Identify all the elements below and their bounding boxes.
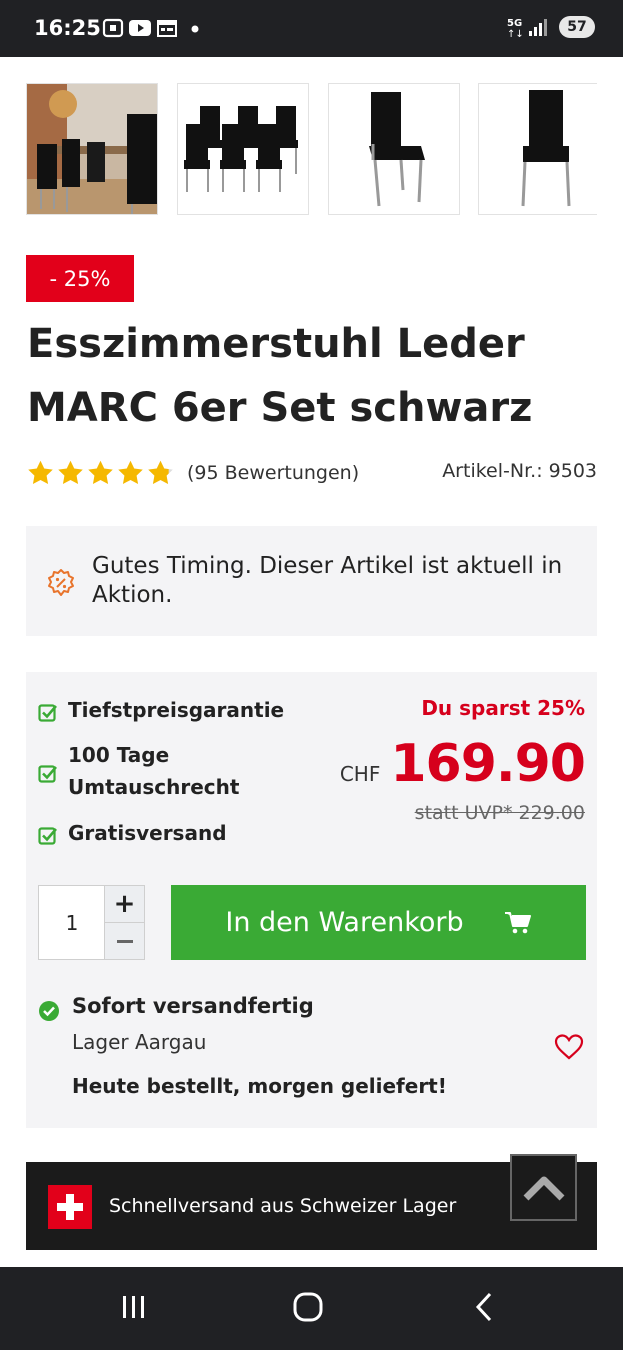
discount-tag-icon <box>48 569 74 596</box>
thumbnail-set[interactable] <box>177 83 309 215</box>
star-icon <box>88 460 113 484</box>
feature-label: 100 Tage Umtauschrecht <box>68 743 240 799</box>
youtube-icon <box>129 20 151 36</box>
svg-text:↑↓: ↑↓ <box>507 29 524 38</box>
chair-front-photo <box>479 84 597 214</box>
quantity-stepper: 1 + <box>38 885 145 960</box>
system-nav-bar <box>0 1267 623 1350</box>
status-right: 5G ↑↓ 57 <box>507 16 595 38</box>
recent-apps-icon[interactable] <box>118 1291 150 1323</box>
check-square-icon <box>38 765 57 783</box>
home-icon[interactable] <box>292 1291 324 1323</box>
calendar-icon <box>157 20 177 37</box>
back-icon[interactable] <box>468 1291 500 1323</box>
feature-exchange: 100 Tage Umtauschrecht <box>38 739 258 803</box>
promo-timing-text: Gutes Timing. Dieser Artikel ist aktuell… <box>92 553 563 608</box>
5g-signal-icon: 5G ↑↓ <box>507 18 547 38</box>
star-rating[interactable] <box>26 459 175 487</box>
old-price: statt UVP* 229.00 <box>414 802 585 824</box>
image-gallery <box>26 83 597 215</box>
swiss-flag-icon <box>48 1185 92 1229</box>
rating-row: (95 Bewertungen) Artikel-Nr.: 9503 <box>26 456 597 490</box>
minus-icon <box>116 939 133 943</box>
battery-indicator: 57 <box>559 16 595 38</box>
delivery-note: Heute bestellt, morgen geliefert! <box>72 1074 447 1098</box>
feature-free-shipping: Gratisversand <box>38 817 227 849</box>
status-bar: 16:25 5G ↑↓ 57 <box>0 0 623 57</box>
screenshot-icon <box>102 18 124 38</box>
current-price: 169.90 <box>390 734 586 794</box>
thumbnail-room[interactable] <box>26 83 158 215</box>
add-to-cart-label: In den Warenkorb <box>225 907 464 938</box>
cart-icon <box>504 911 531 933</box>
wishlist-heart-icon[interactable] <box>554 1033 584 1061</box>
chair-angle-photo <box>329 84 459 214</box>
feature-price-guarantee: Tiefstpreisgarantie <box>38 694 284 726</box>
star-partial-icon <box>148 460 173 484</box>
room-photo <box>27 84 157 214</box>
quantity-increase-button[interactable]: + <box>104 886 144 923</box>
promo-timing-box: Gutes Timing. Dieser Artikel ist aktuell… <box>26 526 597 636</box>
currency: CHF <box>339 762 381 786</box>
feature-label: Tiefstpreisgarantie <box>68 698 285 722</box>
warehouse-location: Lager Aargau <box>72 1030 207 1054</box>
check-circle-icon <box>39 1001 59 1021</box>
thumbnail-chair-front[interactable] <box>478 83 597 215</box>
star-icon <box>58 460 83 484</box>
notification-dot-icon <box>191 25 199 33</box>
shipping-status: Sofort versandfertig <box>72 994 314 1018</box>
swiss-shipping-text: Schnellversand aus Schweizer Lager <box>109 1195 457 1217</box>
thumbnail-chair-angle[interactable] <box>328 83 460 215</box>
check-square-icon <box>38 704 57 722</box>
article-number: Artikel-Nr.: 9503 <box>442 460 597 482</box>
buy-box: Tiefstpreisgarantie 100 Tage Umtauschrec… <box>26 672 597 1128</box>
check-square-icon <box>38 827 57 845</box>
savings-text: Du sparst 25% <box>421 696 585 720</box>
chevron-up-icon <box>523 1176 564 1200</box>
feature-label: Gratisversand <box>68 821 227 845</box>
scroll-to-top-button[interactable] <box>510 1154 577 1221</box>
status-time: 16:25 <box>34 16 101 40</box>
reviews-link[interactable]: (95 Bewertungen) <box>187 462 359 484</box>
star-icon <box>28 460 53 484</box>
quantity-decrease-button[interactable] <box>104 923 144 959</box>
discount-badge: - 25% <box>26 255 134 302</box>
quantity-input[interactable]: 1 <box>39 886 105 959</box>
chair-set-photo <box>178 84 308 214</box>
star-icon <box>118 460 143 484</box>
add-to-cart-button[interactable]: In den Warenkorb <box>171 885 586 960</box>
svg-text:5G: 5G <box>507 18 522 29</box>
price: CHF 169.90 <box>339 734 586 794</box>
product-title: Esszimmerstuhl Leder MARC 6er Set schwar… <box>27 321 533 431</box>
